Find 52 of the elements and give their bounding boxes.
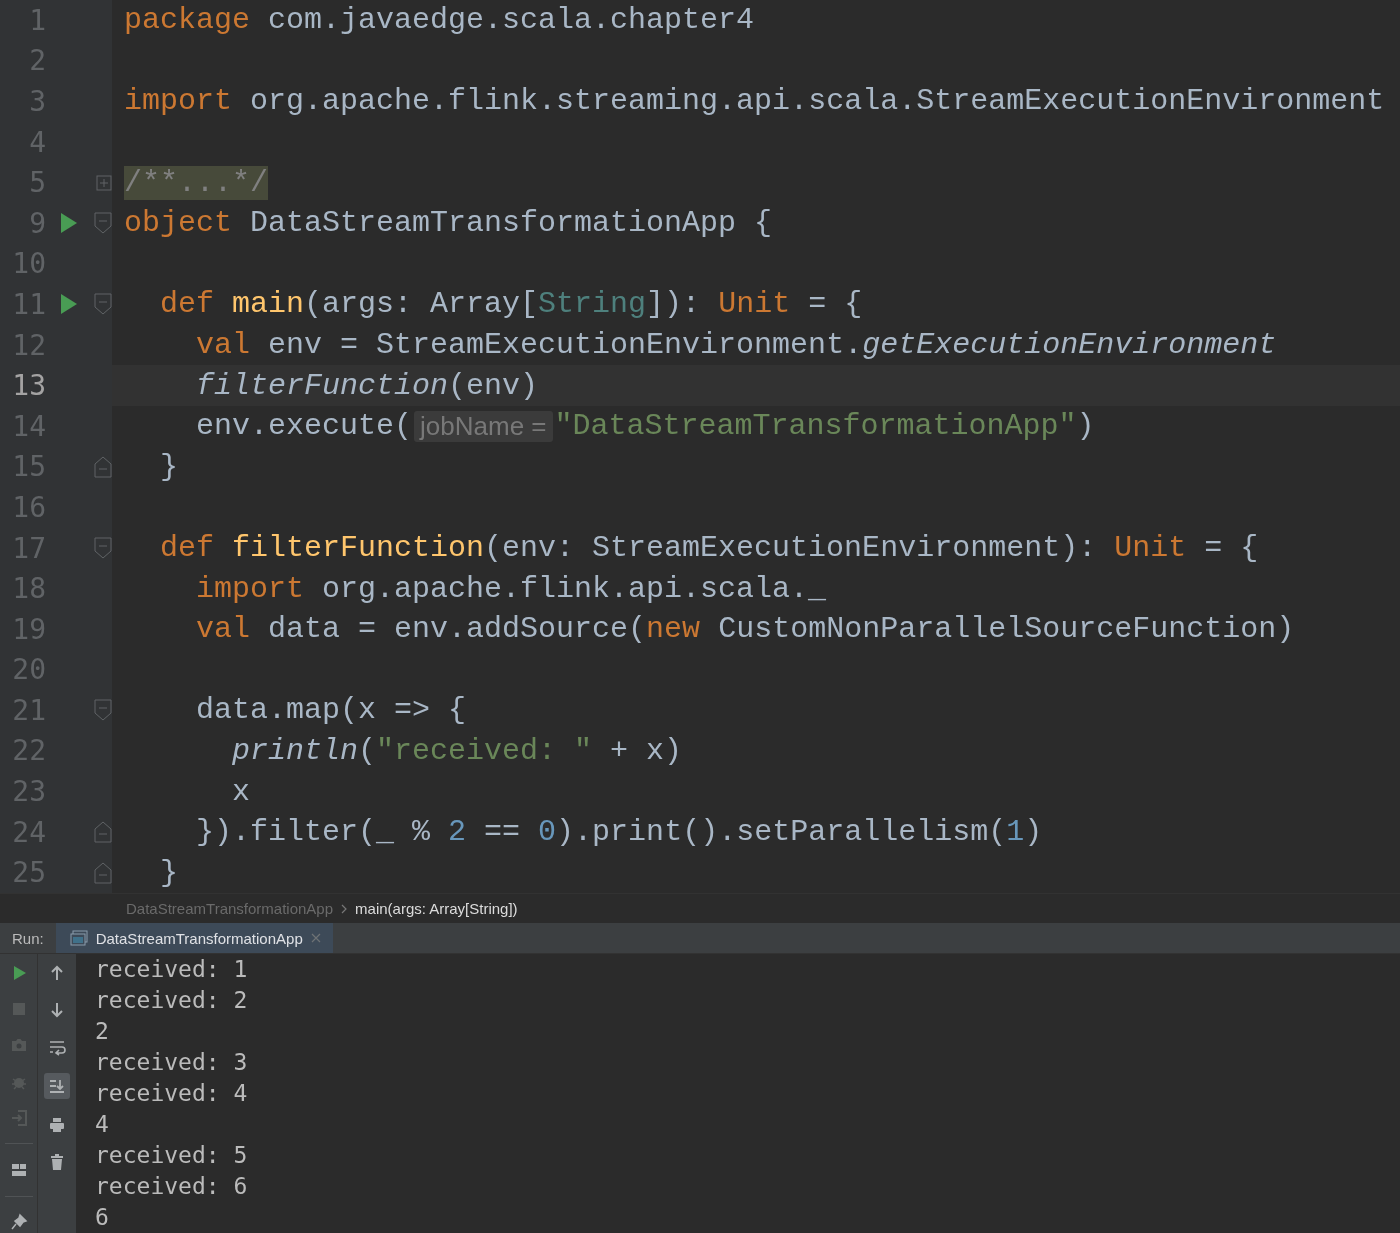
code-text: val data = env.addSource(new CustomNonParallelSourceFunction): [195, 612, 1295, 647]
run-icon[interactable]: [60, 212, 78, 235]
code-text: x: [231, 774, 251, 809]
code-text: }).filter(_ % 2 == 0).print().setParallelism(1): [195, 815, 1043, 850]
line-number: 13: [11, 369, 46, 403]
code-text: env.execute(: [195, 409, 413, 444]
expand-fold-icon[interactable]: [96, 174, 112, 191]
parameter-hint: jobName =: [414, 410, 553, 442]
code-text: data.map(x => {: [195, 693, 467, 728]
run-tab[interactable]: DataStreamTransformationApp: [55, 923, 333, 953]
code-text: "DataStreamTransformationApp"): [554, 409, 1095, 444]
code-text: package com.javaedge.scala.chapter4: [124, 3, 755, 38]
console-line: 2: [95, 1017, 110, 1046]
console-line: 6: [95, 1203, 110, 1232]
code-text: import org.apache.flink.streaming.api.scala.StreamExecutionEnvironment: [124, 84, 1385, 119]
collapse-fold-icon[interactable]: [94, 821, 112, 844]
code-text: }: [159, 449, 178, 484]
code-text: filterFunction(env): [195, 368, 539, 403]
console-line: received: 4: [95, 1079, 248, 1108]
collapse-fold-icon[interactable]: [94, 861, 112, 884]
window-icon: [69, 930, 88, 946]
close-icon[interactable]: [310, 933, 321, 943]
scroll-to-end-icon: [48, 1077, 66, 1095]
code-text: println("received: " + x): [231, 734, 683, 768]
code-text: }: [159, 855, 178, 890]
run-icon[interactable]: [60, 293, 78, 316]
collapse-fold-icon[interactable]: [94, 699, 112, 722]
console-line: received: 2: [95, 986, 248, 1015]
collapse-fold-icon[interactable]: [94, 212, 112, 235]
pin-icon: [9, 1213, 28, 1232]
run-label: Run:: [11, 928, 45, 949]
collapse-fold-icon[interactable]: [94, 537, 112, 559]
chevron-icon: [341, 903, 348, 914]
console-line: received: 5: [95, 1141, 248, 1170]
down-arrow-icon: [48, 1001, 66, 1019]
scroll-to-end-button[interactable]: [44, 1073, 70, 1099]
soft-wrap-icon: [48, 1038, 66, 1056]
console-line: received: 1: [95, 955, 248, 984]
code-text: def filterFunction(env: StreamExecutionEnvironment): Unit = {: [159, 531, 1259, 565]
console-line: 4: [95, 1110, 110, 1139]
breadcrumb-item[interactable]: main(args: Array[String]): [355, 900, 518, 917]
code-text: def main(args: Array[String]): Unit = {: [159, 287, 863, 322]
printer-icon: [48, 1116, 66, 1134]
console-line: received: 6: [95, 1172, 248, 1201]
code-text: import org.apache.flink.api.scala._: [195, 571, 827, 606]
collapse-fold-icon[interactable]: [94, 455, 112, 478]
exit-icon: [9, 1108, 28, 1127]
trash-icon: [48, 1153, 66, 1171]
collapse-fold-icon[interactable]: [94, 293, 112, 316]
code-text: val env = StreamExecutionEnvironment.getExecutionEnvironment: [195, 328, 1277, 363]
console-line: received: 3: [95, 1048, 248, 1077]
code-text: object DataStreamTransformationApp {: [124, 206, 773, 241]
